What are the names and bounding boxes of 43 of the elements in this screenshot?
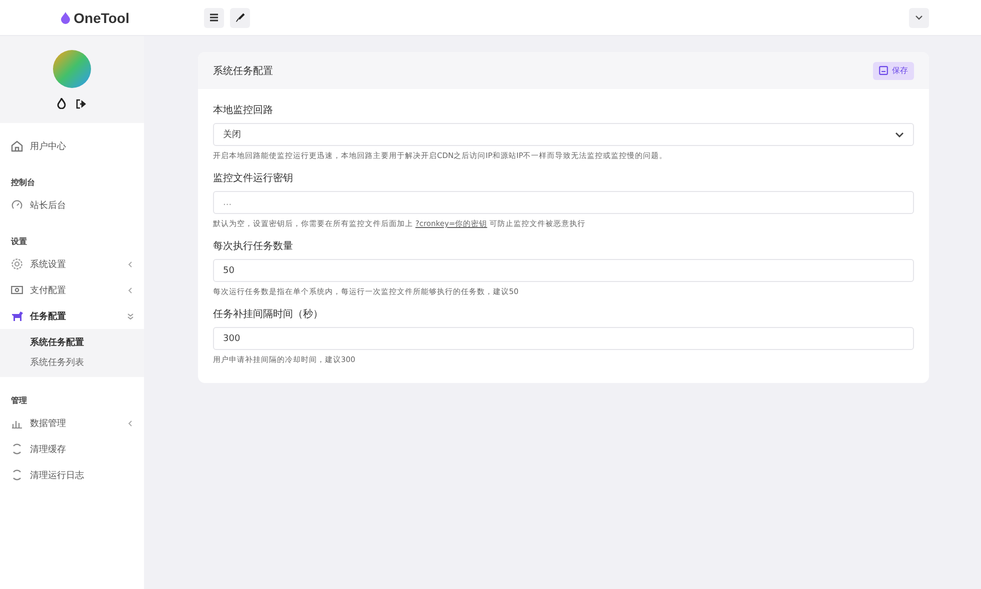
logo-image [53,50,91,88]
section-heading: 控制台 [10,177,36,189]
input-field[interactable]: 300 [213,327,914,350]
refresh-icon [11,469,23,481]
section-heading: 设置 [10,236,28,248]
input-field[interactable]: ... [213,191,914,214]
field-label: 监控文件运行密钥 [213,172,294,185]
field-label: 每次执行任务数量 [213,240,294,253]
money-icon [11,284,23,296]
gauge-icon [11,199,23,211]
section-heading: 管理 [10,395,28,407]
menu-button[interactable] [204,8,224,28]
logout-icon[interactable] [76,98,87,108]
refresh-icon [11,443,23,455]
brush-button[interactable] [230,8,250,28]
sidebar-item[interactable]: 清理运行日志 [0,462,144,488]
flame-icon[interactable] [57,98,66,109]
sidebar-item[interactable]: 支付配置 [0,277,144,303]
sidebar-item[interactable]: 系统设置 [0,251,144,277]
sidebar-item[interactable]: 任务配置 [0,303,144,329]
card-title: 系统任务配置 [213,64,273,78]
dropdown-button[interactable] [909,8,929,28]
dog-icon [11,310,23,322]
sidebar-item[interactable]: 用户中心 [0,133,144,159]
submenu-item[interactable]: 系统任务列表 [0,353,144,373]
select-field[interactable]: 关闭 [213,123,914,146]
input-field[interactable]: 50 [213,259,914,282]
sidebar-item[interactable]: 数据管理 [0,410,144,436]
save-button[interactable]: 保存 [873,62,914,80]
save-icon [879,66,888,75]
chevron-down-icon [895,132,904,138]
field-label: 本地监控回路 [213,104,274,117]
sidebar-item[interactable]: 清理缓存 [0,436,144,462]
sidebar-item[interactable]: 站长后台 [0,192,144,218]
menu-icon [209,13,219,22]
field-label: 任务补挂间隔时间（秒） [213,308,324,321]
chevron-down-icon [915,15,923,20]
home-icon [11,140,23,152]
gear-icon [11,258,23,270]
brand-name: OneTool [74,10,130,26]
brush-icon [235,12,245,22]
submenu-item[interactable]: 系统任务配置 [0,333,144,353]
drop-icon [60,12,70,24]
